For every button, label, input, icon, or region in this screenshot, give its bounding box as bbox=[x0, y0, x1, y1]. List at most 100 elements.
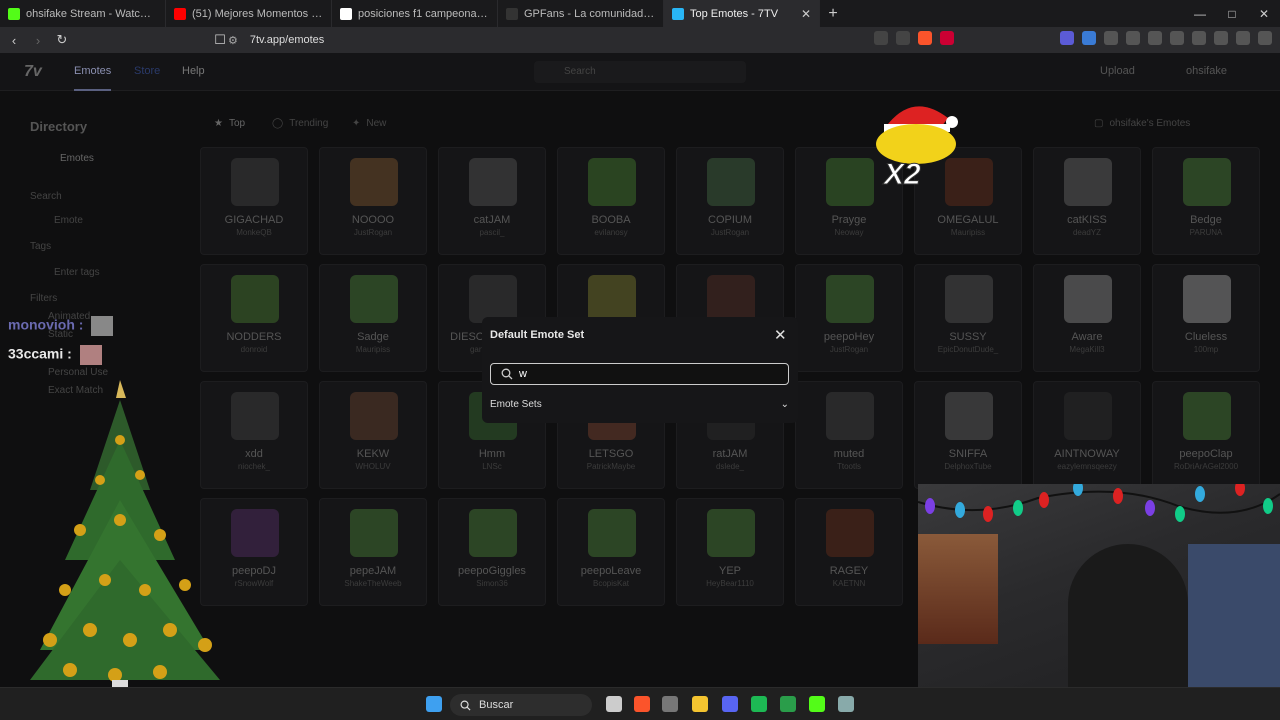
discord-icon[interactable] bbox=[722, 696, 738, 712]
brave-icon[interactable] bbox=[634, 696, 650, 712]
rewards-icon[interactable] bbox=[940, 31, 954, 45]
bookmark-icon[interactable]: ☐ bbox=[210, 30, 230, 50]
emote-image bbox=[1183, 158, 1231, 206]
nav-emotes[interactable]: Emotes bbox=[74, 65, 112, 91]
filter-trending[interactable]: ◯ Trending bbox=[272, 113, 328, 133]
filter-top[interactable]: ★ Top bbox=[214, 113, 245, 133]
emote-card[interactable]: RAGEY KAETNN bbox=[795, 498, 903, 606]
leo-icon[interactable] bbox=[1214, 31, 1228, 45]
modal-search-input[interactable]: w bbox=[490, 363, 789, 385]
emote-sets-dropdown[interactable]: Emote Sets ⌄ bbox=[490, 399, 789, 410]
emote-card[interactable]: catKISS deadYZ bbox=[1033, 147, 1141, 255]
emote-image bbox=[469, 158, 517, 206]
chat-username: 33ccami bbox=[8, 345, 64, 362]
taskbar-search-label: Buscar bbox=[479, 699, 514, 711]
upload-button[interactable]: Upload bbox=[1100, 65, 1135, 77]
filter-top-label: Top bbox=[228, 117, 246, 129]
emote-card[interactable]: KEKW WHOLUV bbox=[319, 381, 427, 489]
emote-author: Neoway bbox=[834, 228, 864, 237]
emote-card[interactable]: Clueless 100mp bbox=[1152, 264, 1260, 372]
tab-title: ohsifake Stream - Watch Live on bbox=[26, 7, 157, 20]
file-explorer-icon[interactable] bbox=[692, 696, 708, 712]
emote-card[interactable]: Aware MegaKill3 bbox=[1033, 264, 1141, 372]
settings-icon[interactable] bbox=[838, 696, 854, 712]
emote-card[interactable]: Sadge Mauripiss bbox=[319, 264, 427, 372]
chat-emote-icon bbox=[91, 316, 114, 336]
app-icon[interactable] bbox=[662, 696, 678, 712]
emote-card[interactable]: NOOOO JustRogan bbox=[319, 147, 427, 255]
emote-card[interactable]: catJAM pascil_ bbox=[438, 147, 546, 255]
emote-card[interactable]: peepoClap RoDriArAGel2000 bbox=[1152, 381, 1260, 489]
emote-card[interactable]: pepeJAM ShakeTheWeeb bbox=[319, 498, 427, 606]
emote-set-button[interactable]: ▢ ohsifake's Emotes bbox=[1094, 113, 1190, 133]
media-icon[interactable] bbox=[1148, 31, 1162, 45]
back-icon[interactable]: ‹ bbox=[4, 30, 24, 50]
emote-card[interactable]: peepoGiggles Simon36 bbox=[438, 498, 546, 606]
emote-image bbox=[231, 509, 279, 557]
emote-author: PatrickMaybe bbox=[586, 462, 636, 471]
emote-card[interactable]: NODDERS donroid bbox=[200, 264, 308, 372]
emote-card[interactable]: SUSSY EpicDonutDude_ bbox=[914, 264, 1022, 372]
spotify-icon[interactable] bbox=[751, 696, 767, 712]
emote-card[interactable]: COPIUM JustRogan bbox=[676, 147, 784, 255]
emote-search-input[interactable]: Emote bbox=[54, 215, 83, 226]
wallet-icon[interactable] bbox=[1192, 31, 1206, 45]
emote-card[interactable]: GIGACHAD MonkeQB bbox=[200, 147, 308, 255]
emote-card[interactable]: SNIFFA DelphoxTube bbox=[914, 381, 1022, 489]
user-menu[interactable]: ohsifake bbox=[1186, 65, 1227, 77]
vpn-icon[interactable] bbox=[1236, 31, 1250, 45]
nav-store[interactable]: Store bbox=[134, 65, 160, 77]
chat-username: monovioh bbox=[8, 316, 75, 333]
emote-name: ratJAM bbox=[712, 448, 748, 460]
browser-tab[interactable]: ohsifake Stream - Watch Live on bbox=[0, 0, 166, 27]
app-icon[interactable] bbox=[780, 696, 796, 712]
minimize-icon[interactable]: — bbox=[1184, 0, 1216, 27]
tags-input[interactable]: Enter tags bbox=[54, 267, 100, 278]
close-window-icon[interactable]: ✕ bbox=[1248, 0, 1280, 27]
filter-personal-use[interactable]: Personal Use bbox=[48, 367, 108, 378]
emote-author: KAETNN bbox=[832, 579, 866, 588]
site-info-icon[interactable]: ⚙ bbox=[228, 34, 238, 47]
sidebar-item-emotes[interactable]: Emotes bbox=[60, 153, 94, 164]
browser-tab[interactable]: posiciones f1 campeonato - Buscar c bbox=[332, 0, 498, 27]
emote-name: RAGEY bbox=[829, 565, 869, 577]
7tv-logo[interactable]: 7v bbox=[24, 63, 42, 81]
emote-card[interactable]: peepoLeave BcopisKat bbox=[557, 498, 665, 606]
emote-name: pepeJAM bbox=[349, 565, 397, 577]
task-view-icon[interactable] bbox=[606, 696, 622, 712]
menu-icon[interactable] bbox=[1258, 31, 1272, 45]
emote-card[interactable]: YEP HeyBear1110 bbox=[676, 498, 784, 606]
close-tab-icon[interactable]: ✕ bbox=[801, 7, 811, 21]
browser-tab[interactable]: (51) Mejores Momentos | Gran Prem bbox=[166, 0, 332, 27]
translate-icon[interactable] bbox=[874, 31, 888, 45]
brave-shield-icon[interactable] bbox=[918, 31, 932, 45]
start-icon[interactable] bbox=[426, 696, 442, 712]
taskbar-search[interactable]: Buscar bbox=[450, 694, 592, 716]
share-icon[interactable] bbox=[896, 31, 910, 45]
maximize-icon[interactable]: □ bbox=[1216, 0, 1248, 27]
nav-help[interactable]: Help bbox=[182, 65, 205, 77]
emote-card[interactable]: BOOBA evilanosy bbox=[557, 147, 665, 255]
browser-tab[interactable]: Top Emotes - 7TV ✕ bbox=[664, 0, 820, 27]
puzzle-icon[interactable] bbox=[1104, 31, 1118, 45]
new-tab-button[interactable]: + bbox=[820, 0, 846, 27]
folder-icon: ▢ bbox=[1094, 117, 1104, 129]
emote-card[interactable]: AINTNOWAY eazylemnsqeezy bbox=[1033, 381, 1141, 489]
emote-card[interactable]: peepoHey JustRogan bbox=[795, 264, 903, 372]
extension-icon[interactable] bbox=[1060, 31, 1074, 45]
emote-image bbox=[588, 158, 636, 206]
url-field[interactable]: ⚙ 7tv.app/emotes bbox=[228, 30, 954, 50]
forward-icon[interactable]: › bbox=[28, 30, 48, 50]
browser-tab[interactable]: GPFans - La comunidad independien bbox=[498, 0, 664, 27]
sidebar-icon[interactable] bbox=[1170, 31, 1184, 45]
reload-icon[interactable]: ↻ bbox=[52, 30, 72, 50]
emote-image bbox=[231, 392, 279, 440]
filter-new[interactable]: ✦ New bbox=[352, 113, 386, 133]
kick-icon[interactable] bbox=[809, 696, 825, 712]
close-icon[interactable]: ✕ bbox=[774, 326, 787, 344]
download-icon[interactable] bbox=[1126, 31, 1140, 45]
emote-card[interactable]: Bedge PARUNA bbox=[1152, 147, 1260, 255]
extension-icon[interactable] bbox=[1082, 31, 1096, 45]
site-search-input[interactable]: Search bbox=[534, 61, 746, 83]
emote-card[interactable]: muted Ttootls bbox=[795, 381, 903, 489]
